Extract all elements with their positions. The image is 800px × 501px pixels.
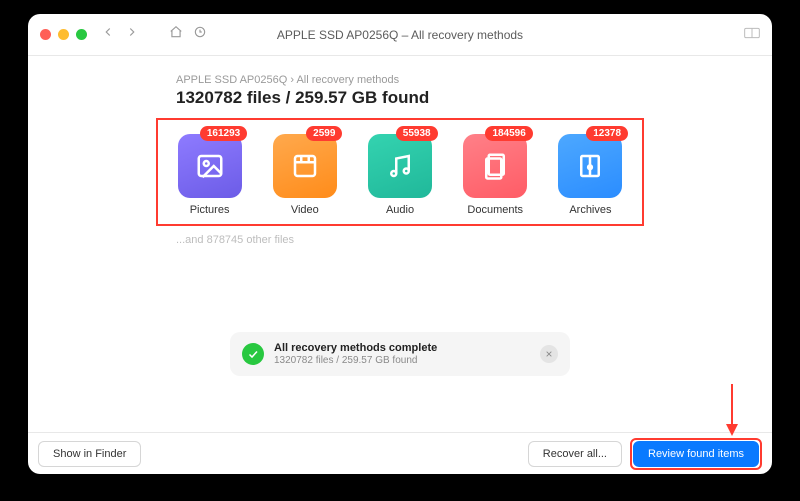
breadcrumb: APPLE SSD AP0256Q › All recovery methods bbox=[176, 74, 752, 86]
music-icon bbox=[368, 134, 432, 198]
layout-toggle-button[interactable] bbox=[744, 26, 760, 44]
back-button[interactable] bbox=[101, 25, 115, 44]
badge-count: 55938 bbox=[396, 126, 438, 141]
window-controls bbox=[40, 29, 87, 40]
results-headline: 1320782 files / 259.57 GB found bbox=[176, 88, 752, 108]
image-icon bbox=[178, 134, 242, 198]
toolbar-nav bbox=[101, 25, 207, 44]
home-button[interactable] bbox=[169, 25, 183, 44]
category-tile-pictures[interactable]: 161293 Pictures bbox=[162, 126, 257, 216]
badge-count: 161293 bbox=[200, 126, 247, 141]
review-button-highlight: Review found items bbox=[630, 438, 762, 470]
category-tile-documents[interactable]: 184596 Documents bbox=[448, 126, 543, 216]
recover-all-button[interactable]: Recover all... bbox=[528, 441, 622, 467]
status-text: All recovery methods complete 1320782 fi… bbox=[274, 342, 437, 366]
status-title: All recovery methods complete bbox=[274, 342, 437, 354]
close-window-button[interactable] bbox=[40, 29, 51, 40]
dismiss-toast-button[interactable] bbox=[540, 345, 558, 363]
fullscreen-window-button[interactable] bbox=[76, 29, 87, 40]
titlebar: APPLE SSD AP0256Q – All recovery methods bbox=[28, 14, 772, 56]
refresh-button[interactable] bbox=[193, 25, 207, 44]
category-tiles-highlight: 161293 Pictures 2599 Video 55938 bbox=[156, 118, 644, 226]
checkmark-icon bbox=[242, 343, 264, 365]
category-tile-archives[interactable]: 12378 Archives bbox=[543, 126, 638, 216]
minimize-window-button[interactable] bbox=[58, 29, 69, 40]
archive-icon bbox=[558, 134, 622, 198]
main-content: APPLE SSD AP0256Q › All recovery methods… bbox=[28, 56, 772, 432]
category-label: Archives bbox=[543, 204, 638, 216]
status-subtitle: 1320782 files / 259.57 GB found bbox=[274, 355, 437, 366]
category-tile-video[interactable]: 2599 Video bbox=[257, 126, 352, 216]
status-toast: All recovery methods complete 1320782 fi… bbox=[230, 332, 570, 376]
badge-count: 184596 bbox=[485, 126, 532, 141]
app-window: APPLE SSD AP0256Q – All recovery methods… bbox=[28, 14, 772, 474]
forward-button[interactable] bbox=[125, 25, 139, 44]
badge-count: 2599 bbox=[306, 126, 342, 141]
footer-bar: Show in Finder Recover all... Review fou… bbox=[28, 432, 772, 474]
review-found-items-button[interactable]: Review found items bbox=[633, 441, 759, 467]
category-tile-audio[interactable]: 55938 Audio bbox=[352, 126, 447, 216]
category-label: Documents bbox=[448, 204, 543, 216]
film-icon bbox=[273, 134, 337, 198]
other-files-text: ...and 878745 other files bbox=[176, 234, 752, 246]
category-label: Video bbox=[257, 204, 352, 216]
badge-count: 12378 bbox=[586, 126, 628, 141]
category-label: Pictures bbox=[162, 204, 257, 216]
category-label: Audio bbox=[352, 204, 447, 216]
show-in-finder-button[interactable]: Show in Finder bbox=[38, 441, 141, 467]
document-icon bbox=[463, 134, 527, 198]
